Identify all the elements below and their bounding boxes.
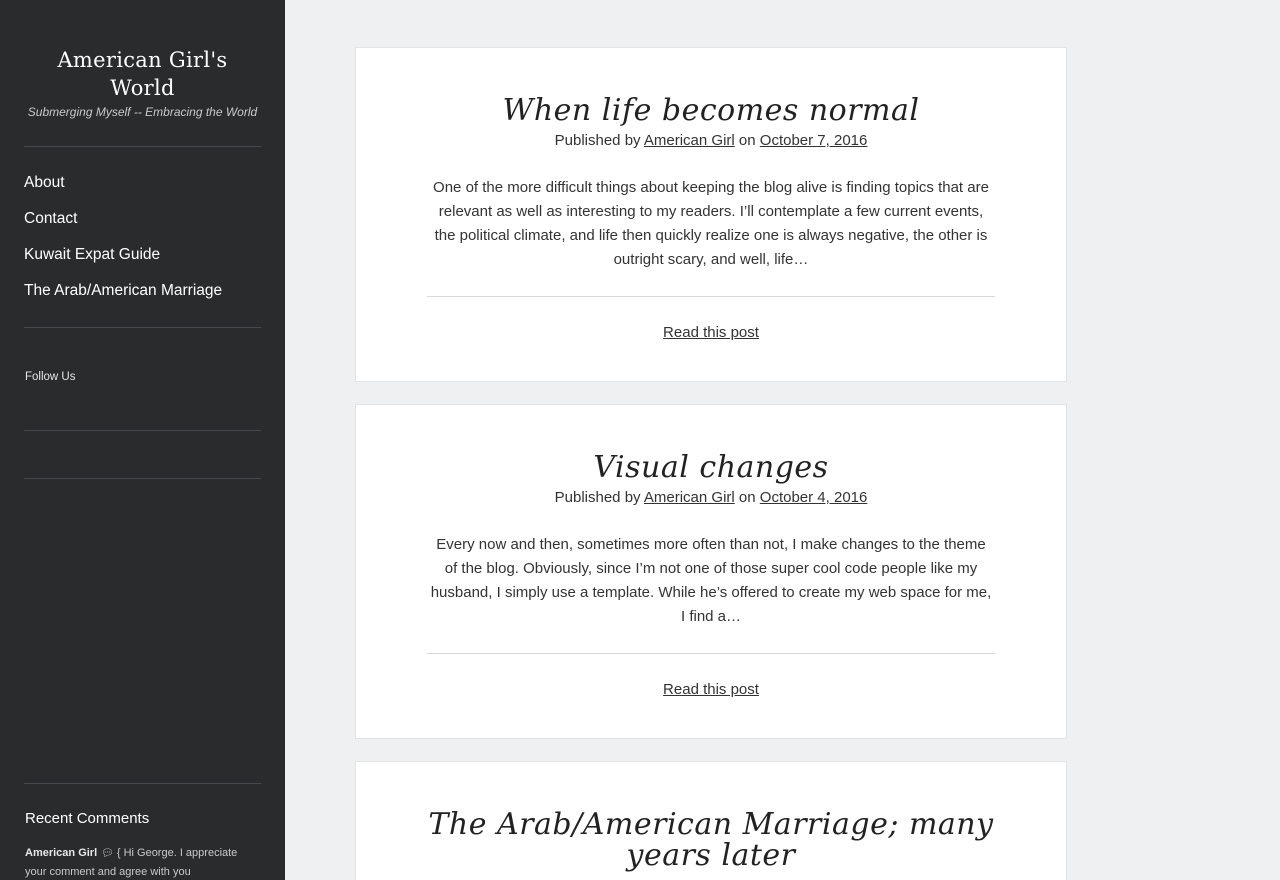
- post-excerpt: One of the more difficult things about k…: [433, 179, 989, 268]
- nav-item-arab-american-marriage[interactable]: The Arab/American Marriage: [24, 282, 222, 300]
- divider: [427, 296, 995, 297]
- on-label: on: [738, 132, 756, 149]
- recent-comments-heading: Recent Comments: [25, 810, 150, 827]
- post-title[interactable]: When life becomes normal: [416, 95, 1006, 126]
- author-link[interactable]: American Girl: [644, 489, 735, 506]
- read-more: Read this post: [356, 324, 1066, 341]
- post-title[interactable]: The Arab/American Marriage; many years l…: [416, 809, 1006, 871]
- post-card: Visual changes Published by American Gir…: [355, 404, 1067, 739]
- nav-item-contact[interactable]: Contact: [24, 210, 77, 228]
- comment-author[interactable]: American Girl: [25, 847, 97, 859]
- divider: [427, 653, 995, 654]
- divider: [24, 146, 261, 147]
- nav-item-about[interactable]: About: [24, 174, 65, 192]
- divider: [24, 327, 261, 328]
- sidebar: American Girl's World Submerging Myself …: [0, 0, 285, 880]
- read-post-link[interactable]: Read this post: [663, 324, 759, 341]
- follow-us-label: Follow Us: [25, 371, 76, 383]
- comment-bubble-icon: 💬︎: [101, 848, 114, 859]
- on-label: on: [738, 489, 756, 506]
- site-tagline: Submerging Myself -- Embracing the World: [27, 105, 258, 119]
- post-meta: Published by American Girl on October 4,…: [356, 489, 1066, 506]
- post-card: The Arab/American Marriage; many years l…: [355, 761, 1067, 880]
- nav-item-kuwait-expat-guide[interactable]: Kuwait Expat Guide: [24, 246, 160, 264]
- recent-comment-item: American Girl 💬︎{ Hi George. I appreciate…: [25, 844, 261, 880]
- divider: [24, 783, 261, 784]
- published-by-label: Published by: [554, 489, 641, 506]
- date-link[interactable]: October 7, 2016: [760, 132, 868, 149]
- site-title[interactable]: American Girl's World: [24, 46, 261, 102]
- divider: [24, 430, 261, 431]
- author-link[interactable]: American Girl: [644, 132, 735, 149]
- published-by-label: Published by: [554, 132, 641, 149]
- divider: [24, 478, 261, 479]
- post-excerpt: Every now and then, sometimes more often…: [430, 536, 992, 625]
- date-link[interactable]: October 4, 2016: [760, 489, 868, 506]
- post-title[interactable]: Visual changes: [416, 452, 1006, 483]
- post-meta: Published by American Girl on October 7,…: [356, 132, 1066, 149]
- read-more: Read this post: [356, 681, 1066, 698]
- post-card: When life becomes normal Published by Am…: [355, 47, 1067, 382]
- read-post-link[interactable]: Read this post: [663, 681, 759, 698]
